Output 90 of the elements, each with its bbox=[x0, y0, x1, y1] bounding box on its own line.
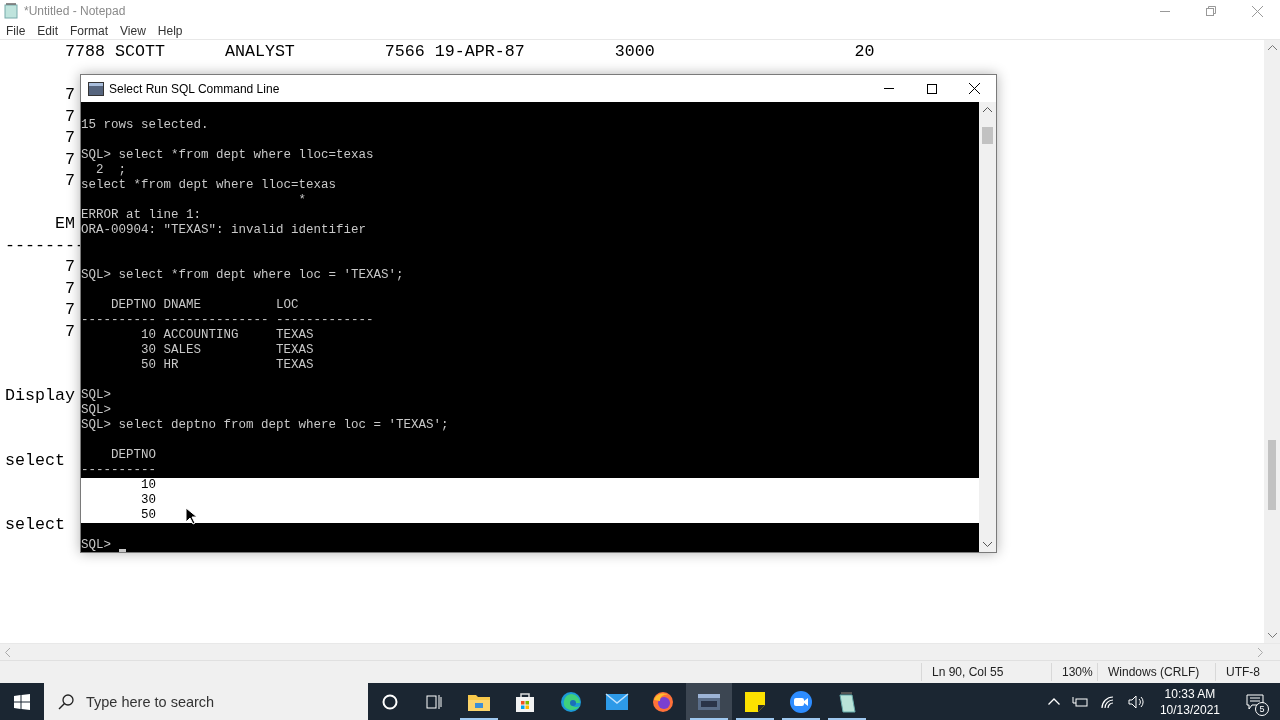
text-line: select bbox=[5, 514, 65, 536]
console-line: 2 ; bbox=[95, 163, 126, 177]
clock-date: 10/13/2021 bbox=[1159, 701, 1220, 718]
text-line: 7 bbox=[63, 105, 75, 127]
console-line: 10 ACCOUNTING TEXAS bbox=[140, 328, 314, 342]
console-line: 50 bbox=[140, 508, 156, 522]
menu-item[interactable]: Format bbox=[64, 21, 115, 40]
console-line: ---------- bbox=[81, 463, 156, 477]
text-line: EM bbox=[53, 213, 75, 235]
taskbar-app[interactable] bbox=[686, 683, 732, 720]
notifications-button[interactable]: 5 bbox=[1240, 686, 1270, 717]
menu-item[interactable]: File bbox=[0, 21, 32, 40]
console-line: SQL> bbox=[81, 538, 111, 552]
close-icon bbox=[1251, 5, 1263, 17]
fox-globe-icon bbox=[652, 690, 674, 713]
notepad-icon bbox=[837, 690, 857, 713]
text-line: select bbox=[5, 449, 65, 471]
text-line: 7 bbox=[63, 277, 75, 299]
console-line: SQL> select *from dept where loc = 'TEXAS'; bbox=[81, 268, 404, 282]
speaker-icon bbox=[1127, 694, 1146, 709]
text-line: 7 bbox=[63, 84, 75, 106]
search-icon bbox=[58, 694, 74, 710]
windows-logo-icon bbox=[14, 693, 30, 710]
scroll-down-icon bbox=[1267, 633, 1277, 638]
text-line: 7 bbox=[63, 170, 75, 192]
clock-time: 10:33 AM bbox=[1164, 685, 1216, 702]
chevron-up-icon bbox=[1047, 698, 1060, 705]
console-line: DEPTNO DNAME LOC bbox=[110, 298, 299, 312]
console-line: 10 bbox=[140, 478, 156, 492]
scroll-thumb[interactable] bbox=[982, 127, 993, 144]
mail-icon bbox=[605, 692, 629, 711]
text-line: 7 bbox=[63, 299, 75, 321]
battery-plug-icon bbox=[1071, 694, 1088, 709]
message-icon bbox=[1246, 693, 1264, 710]
text-line: 7 bbox=[63, 256, 75, 278]
terminal-window-icon bbox=[697, 692, 721, 711]
notification-count: 5 bbox=[1255, 701, 1269, 716]
vertical-scrollbar[interactable] bbox=[979, 102, 996, 552]
console-line: 50 HR TEXAS bbox=[140, 358, 314, 372]
scroll-up-icon bbox=[1267, 45, 1277, 50]
status-text: Ln 90, Col 55 bbox=[921, 663, 1051, 681]
window-title: *Untitled - Notepad bbox=[24, 3, 126, 20]
circle-icon bbox=[382, 693, 398, 710]
menu-item[interactable]: Edit bbox=[31, 21, 65, 40]
text-line: Display bbox=[5, 385, 75, 407]
status-text: 130% bbox=[1051, 663, 1097, 681]
console-line: SQL> select *from dept where lloc=texas bbox=[81, 148, 374, 162]
scroll-left-icon bbox=[5, 647, 10, 657]
console-line: 15 rows selected. bbox=[81, 118, 209, 132]
restore-icon bbox=[1206, 6, 1216, 16]
console-line: ORA-00904: "TEXAS": invalid identifier bbox=[81, 223, 367, 237]
scroll-down-icon bbox=[983, 542, 992, 547]
scroll-right-icon bbox=[1258, 647, 1263, 657]
text-line: 7 bbox=[63, 127, 75, 149]
console-line: SQL> select deptno from dept where loc = 'TEXAS'; bbox=[81, 418, 449, 432]
text-line: 7 bbox=[63, 148, 75, 170]
terminal-window-icon bbox=[88, 81, 104, 96]
console-line: SQL> bbox=[81, 388, 111, 402]
scroll-thumb[interactable] bbox=[1268, 440, 1276, 510]
minimize-icon bbox=[883, 88, 894, 89]
video-camera-icon bbox=[789, 689, 813, 714]
search-field[interactable]: Type here to search bbox=[44, 683, 368, 720]
notepad-icon bbox=[4, 3, 18, 19]
minimize-icon bbox=[1160, 10, 1170, 12]
console-line: SQL> bbox=[81, 403, 111, 417]
shopping-bag-icon bbox=[514, 690, 536, 713]
sticky-note-icon bbox=[744, 690, 766, 713]
vertical-scrollbar[interactable] bbox=[1264, 40, 1280, 643]
task-view-icon bbox=[425, 693, 443, 710]
console-line: select *from dept where lloc=texas bbox=[81, 178, 337, 192]
close-icon bbox=[969, 83, 980, 94]
console-line: 30 bbox=[140, 493, 156, 507]
status-text: UTF-8 bbox=[1215, 663, 1270, 681]
console-line: 30 SALES TEXAS bbox=[140, 343, 314, 357]
text-line: 7788 SCOTT ANALYST 7566 19-APR-87 3000 20 bbox=[63, 41, 875, 63]
scroll-up-icon bbox=[983, 107, 992, 112]
horizontal-scrollbar[interactable] bbox=[0, 643, 1280, 660]
text-cursor bbox=[119, 549, 126, 552]
console-line: DEPTNO bbox=[110, 448, 156, 462]
menu-item[interactable]: Help bbox=[151, 21, 189, 40]
menu-item[interactable]: View bbox=[114, 21, 152, 40]
console-line: ERROR at line 1: bbox=[81, 208, 202, 222]
console-line: * bbox=[297, 193, 307, 207]
wifi-icon bbox=[1099, 694, 1116, 709]
browser-icon bbox=[560, 690, 582, 713]
console-line: ---------- -------------- ------------- bbox=[81, 313, 374, 327]
maximize-icon bbox=[926, 83, 937, 94]
status-text: Windows (CRLF) bbox=[1097, 663, 1215, 681]
text-line: 7 bbox=[63, 320, 75, 342]
window-title: Select Run SQL Command Line bbox=[109, 80, 280, 98]
